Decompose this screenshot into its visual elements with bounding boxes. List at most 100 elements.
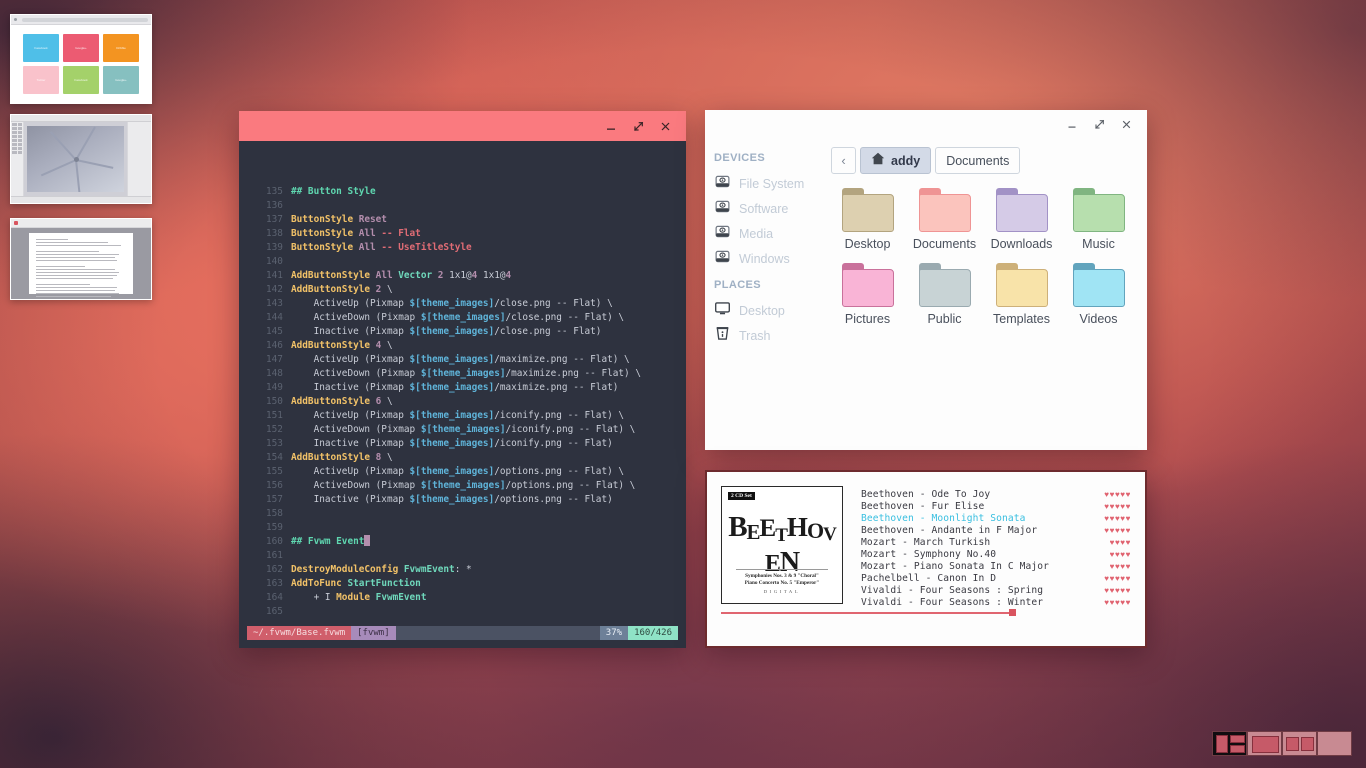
seek-track[interactable] — [721, 612, 1015, 614]
folder-item-downloads[interactable]: Downloads — [983, 188, 1060, 251]
track-rating[interactable]: ♥♥♥♥♥ — [1104, 490, 1131, 499]
folder-item-public[interactable]: Public — [906, 263, 983, 326]
track-rating[interactable]: ♥♥♥♥♥ — [1104, 514, 1131, 523]
text-line — [36, 251, 99, 252]
pager-desktop-2[interactable] — [1247, 731, 1282, 756]
file-manager-titlebar[interactable] — [705, 110, 1147, 138]
playlist-item[interactable]: Beethoven - Andante in F Major ♥♥♥♥♥ — [861, 524, 1131, 536]
playlist-item[interactable]: Mozart - Symphony No.40 ♥♥♥♥ — [861, 548, 1131, 560]
tile-3[interactable]: Twitter — [23, 66, 59, 94]
maximize-icon[interactable] — [1093, 118, 1106, 131]
folder-label: Pictures — [844, 312, 891, 326]
pager-desktop-3[interactable] — [1282, 731, 1317, 756]
sidebar-item-file-system[interactable]: File System — [714, 171, 823, 196]
text-line — [36, 260, 117, 261]
image-editor-thumbnail[interactable] — [10, 114, 152, 204]
pager-window[interactable] — [1252, 736, 1279, 753]
sidebar-item-software[interactable]: Software — [714, 196, 823, 221]
playlist-item[interactable]: Vivaldi - Four Seasons : Spring ♥♥♥♥♥ — [861, 584, 1131, 596]
code-line: 155 ActiveUp (Pixmap $[theme_images]/opt… — [239, 465, 686, 479]
playlist-item[interactable]: Beethoven - Moonlight Sonata ♥♥♥♥♥ — [861, 512, 1131, 524]
text-line — [36, 269, 116, 270]
pager-window[interactable] — [1230, 745, 1245, 753]
track-rating[interactable]: ♥♥♥♥♥ — [1104, 526, 1131, 535]
line-number: 151 — [266, 410, 283, 421]
terminal-window[interactable]: 135 ## Button Style 136 137 ButtonStyle Rese… — [239, 111, 686, 648]
tile-1[interactable]: Google+ — [63, 34, 99, 62]
folder-item-videos[interactable]: Videos — [1060, 263, 1137, 326]
seek-handle[interactable] — [1009, 609, 1016, 616]
pager-window[interactable] — [1230, 735, 1245, 743]
playlist-item[interactable]: Pachelbell - Canon In D ♥♥♥♥♥ — [861, 572, 1131, 584]
close-icon[interactable] — [1120, 118, 1133, 131]
track-rating[interactable]: ♥♥♥♥♥ — [1104, 598, 1131, 607]
minimize-icon[interactable] — [605, 120, 618, 133]
code-token: AddButtonStyle — [291, 270, 376, 281]
maximize-icon[interactable] — [632, 120, 645, 133]
code-line: 154 AddButtonStyle 8 \ — [239, 451, 686, 465]
minimize-icon[interactable] — [1066, 118, 1079, 131]
track-rating[interactable]: ♥♥♥♥♥ — [1104, 502, 1131, 511]
code-line: 150 AddButtonStyle 6 \ — [239, 395, 686, 409]
tile-grid: Facebook Google+ Dribble Twitter Facebook Goo… — [11, 25, 151, 103]
code-line: 163 AddToFunc StartFunction — [239, 577, 686, 591]
back-button[interactable]: ‹ — [831, 147, 856, 174]
track-rating[interactable]: ♥♥♥♥♥ — [1104, 574, 1131, 583]
playlist-item[interactable]: Mozart - March Turkish ♥♥♥♥ — [861, 536, 1131, 548]
code-line: 157 Inactive (Pixmap $[theme_images]/opt… — [239, 493, 686, 507]
close-icon[interactable] — [659, 120, 672, 133]
folder-item-desktop[interactable]: Desktop — [829, 188, 906, 251]
document-viewer-thumbnail[interactable] — [10, 218, 152, 300]
tile-2[interactable]: Dribble — [103, 34, 139, 62]
track-rating[interactable]: ♥♥♥♥ — [1110, 562, 1131, 571]
seek-bar[interactable] — [721, 608, 1131, 618]
playlist-item[interactable]: Beethoven - Ode To Joy ♥♥♥♥♥ — [861, 488, 1131, 500]
breadcrumb-documents[interactable]: Documents — [935, 147, 1021, 174]
folder-item-music[interactable]: Music — [1060, 188, 1137, 251]
folder-grid[interactable]: Desktop Documents Downloads Music Pictures Pu… — [823, 188, 1137, 326]
folder-label: Music — [1082, 237, 1115, 251]
playlist-item[interactable]: Beethoven - Fur Elise ♥♥♥♥♥ — [861, 500, 1131, 512]
sidebar-group-places: PLACES — [714, 279, 762, 291]
folder-item-templates[interactable]: Templates — [983, 263, 1060, 326]
line-number: 139 — [266, 242, 283, 253]
tile-5[interactable]: Google+ — [103, 66, 139, 94]
music-player-window[interactable]: 2 CD Set BEETHOVEN Symphonies Nos. 3 & 9… — [705, 470, 1147, 648]
code-token: DestroyModuleConfig — [291, 564, 404, 575]
tile-4[interactable]: Facebook — [63, 66, 99, 94]
sidebar-item-windows[interactable]: Windows — [714, 246, 823, 271]
pager-window[interactable] — [1216, 735, 1228, 753]
terminal-text-area[interactable]: 135 ## Button Style 136 137 ButtonStyle Rese… — [239, 141, 686, 648]
sidebar-item-trash[interactable]: Trash — [714, 323, 823, 348]
code-token: Module — [336, 592, 376, 603]
workspace-pager[interactable] — [1212, 731, 1356, 756]
browser-thumbnail[interactable]: Facebook Google+ Dribble Twitter Facebook Goo… — [10, 14, 152, 104]
breadcrumb[interactable]: ‹ addy Documents — [831, 147, 1137, 174]
track-rating[interactable]: ♥♥♥♥ — [1110, 538, 1131, 547]
folder-item-documents[interactable]: Documents — [906, 188, 983, 251]
sidebar[interactable]: DEVICES File System Software Media Windows PL… — [705, 138, 823, 450]
track-rating[interactable]: ♥♥♥♥ — [1110, 550, 1131, 559]
pager-window[interactable] — [1286, 737, 1299, 751]
file-manager-window[interactable]: DEVICES File System Software Media Windows PL… — [705, 110, 1147, 450]
code-token: 1x1@ — [449, 270, 472, 281]
terminal-titlebar[interactable] — [239, 111, 686, 141]
playlist-item[interactable]: Vivaldi - Four Seasons : Winter ♥♥♥♥♥ — [861, 596, 1131, 608]
playlist[interactable]: Beethoven - Ode To Joy ♥♥♥♥♥ Beethoven - F… — [861, 486, 1131, 608]
track-rating[interactable]: ♥♥♥♥♥ — [1104, 586, 1131, 595]
code-editor-content[interactable]: 135 ## Button Style 136 137 ButtonStyle Rese… — [239, 185, 686, 619]
pager-window[interactable] — [1301, 737, 1314, 751]
folder-label: Documents — [912, 237, 977, 251]
playlist-item[interactable]: Mozart - Piano Sonata In C Major ♥♥♥♥ — [861, 560, 1131, 572]
folder-item-pictures[interactable]: Pictures — [829, 263, 906, 326]
file-browser-pane[interactable]: ‹ addy Documents Desktop Documents Downloads… — [823, 138, 1147, 450]
pager-desktop-4[interactable] — [1317, 731, 1352, 756]
tile-0[interactable]: Facebook — [23, 34, 59, 62]
track-title: Pachelbell - Canon In D — [861, 572, 997, 584]
app-icon — [14, 221, 18, 225]
sidebar-item-desktop[interactable]: Desktop — [714, 298, 823, 323]
pager-desktop-1[interactable] — [1212, 731, 1247, 756]
breadcrumb-addy[interactable]: addy — [860, 147, 932, 174]
sidebar-item-media[interactable]: Media — [714, 221, 823, 246]
thumbnail-titlebar — [11, 219, 151, 228]
